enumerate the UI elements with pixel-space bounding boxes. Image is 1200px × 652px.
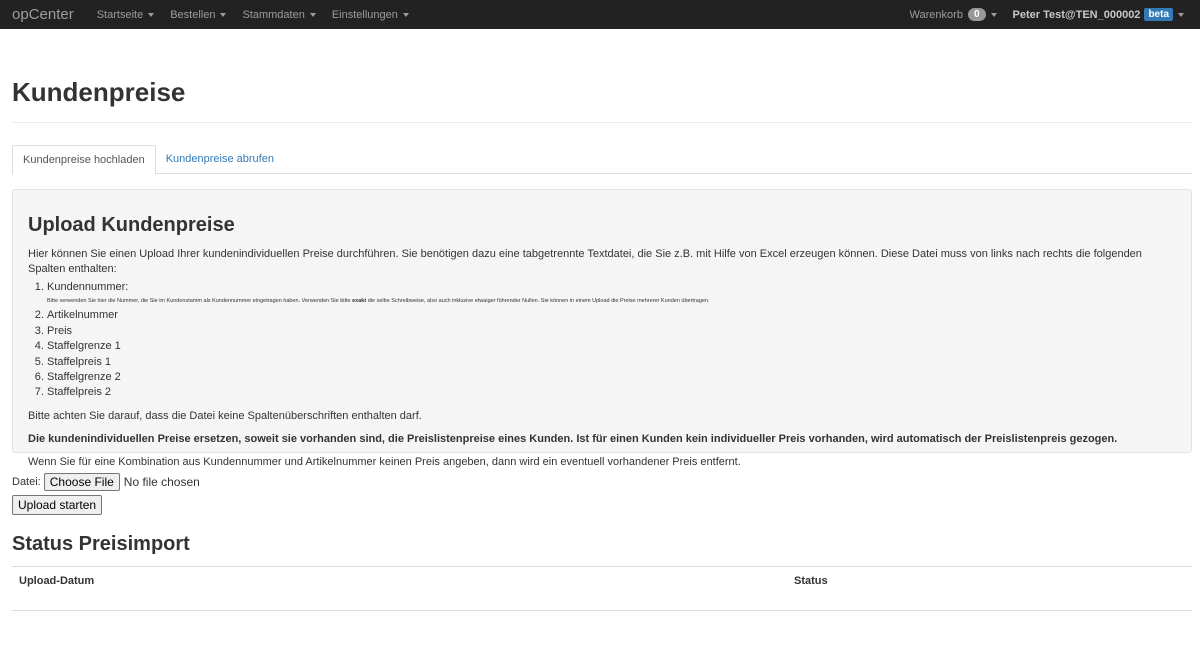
nav-item-bestellen[interactable]: Bestellen (170, 8, 227, 21)
list-item: Staffelgrenze 1 (47, 339, 1176, 354)
caret-down-icon (1178, 12, 1184, 17)
list-item: Staffelgrenze 2 (47, 370, 1176, 385)
nav-item-label: Bestellen (170, 8, 216, 21)
column-note: Bitte verwenden Sie hier die Nummer, die… (47, 297, 1176, 306)
brand-logo[interactable]: opCenter (12, 6, 74, 23)
main-content: Kundenpreise Kundenpreise hochladen Kund… (0, 29, 1200, 611)
column-name: Kundennummer: (47, 281, 129, 293)
nav-item-label: Startseite (96, 8, 144, 21)
nav-right: Warenkorb 0 Peter Test@TEN_000002 beta (910, 0, 1184, 29)
title-divider (12, 122, 1192, 123)
nav-item-stammdaten[interactable]: Stammdaten (242, 8, 316, 21)
column-header-status: Status (794, 575, 828, 587)
note-replace: Die kundenindividuellen Preise ersetzen,… (28, 432, 1118, 445)
column-note-text: die selbe Schreibweise, also auch inklus… (366, 298, 710, 305)
choose-file-button[interactable]: Choose File (43, 473, 120, 491)
caret-down-icon (990, 12, 997, 17)
page-title: Kundenpreise (12, 77, 186, 107)
file-label: Datei: (12, 476, 41, 488)
cart-menu[interactable]: Warenkorb 0 (910, 8, 997, 21)
nav-item-einstellungen[interactable]: Einstellungen (332, 9, 409, 21)
upload-heading: Upload Kundenpreise (28, 214, 235, 236)
upload-start-button[interactable]: Upload starten (12, 495, 103, 515)
caret-down-icon (148, 12, 155, 17)
user-name: Peter Test@TEN_000002 (1012, 8, 1141, 21)
file-row: Datei: Choose File No file chosen (12, 473, 1192, 491)
upload-info-panel: Upload Kundenpreise Hier können Sie eine… (12, 189, 1192, 468)
file-status: No file chosen (123, 475, 200, 489)
list-item: Staffelpreis 1 (47, 355, 1176, 370)
cart-count-badge: 0 (967, 8, 986, 21)
tab-kundenpreise-hochladen[interactable]: Kundenpreise hochladen (12, 145, 156, 175)
list-item: Kundennummer: Bitte verwenden Sie hier d… (47, 280, 1176, 306)
tab-kundenpreise-abrufen[interactable]: Kundenpreise abrufen (156, 145, 284, 173)
status-table: Upload-Datum Status (12, 566, 1192, 611)
caret-down-icon (309, 12, 316, 17)
cart-label: Warenkorb (909, 8, 963, 21)
note-headers: Bitte achten Sie darauf, dass die Datei … (28, 409, 422, 422)
column-note-emphasis: exakt (352, 298, 367, 305)
caret-down-icon (402, 12, 409, 17)
beta-badge: beta (1144, 8, 1173, 21)
caret-down-icon (220, 12, 227, 17)
nav-item-label: Stammdaten (242, 8, 305, 21)
column-note-text: Bitte verwenden Sie hier die Nummer, die… (47, 298, 353, 305)
upload-intro: Hier können Sie einen Upload Ihrer kunde… (28, 248, 1142, 275)
user-menu[interactable]: Peter Test@TEN_000002 beta (1012, 8, 1184, 21)
column-list: Kundennummer: Bitte verwenden Sie hier d… (28, 280, 1176, 401)
list-item: Artikelnummer (47, 308, 1176, 323)
nav-item-startseite[interactable]: Startseite (96, 8, 155, 21)
status-heading: Status Preisimport (12, 533, 190, 555)
top-navbar: opCenter Startseite Bestellen Stammdaten… (0, 0, 1200, 29)
note-remove: Wenn Sie für eine Kombination aus Kunden… (28, 455, 741, 468)
tab-bar: Kundenpreise hochladen Kundenpreise abru… (12, 145, 1192, 175)
list-item: Staffelpreis 2 (47, 385, 1176, 400)
nav-item-label: Einstellungen (331, 8, 398, 21)
list-item: Preis (47, 324, 1176, 339)
column-header-date: Upload-Datum (19, 575, 95, 587)
